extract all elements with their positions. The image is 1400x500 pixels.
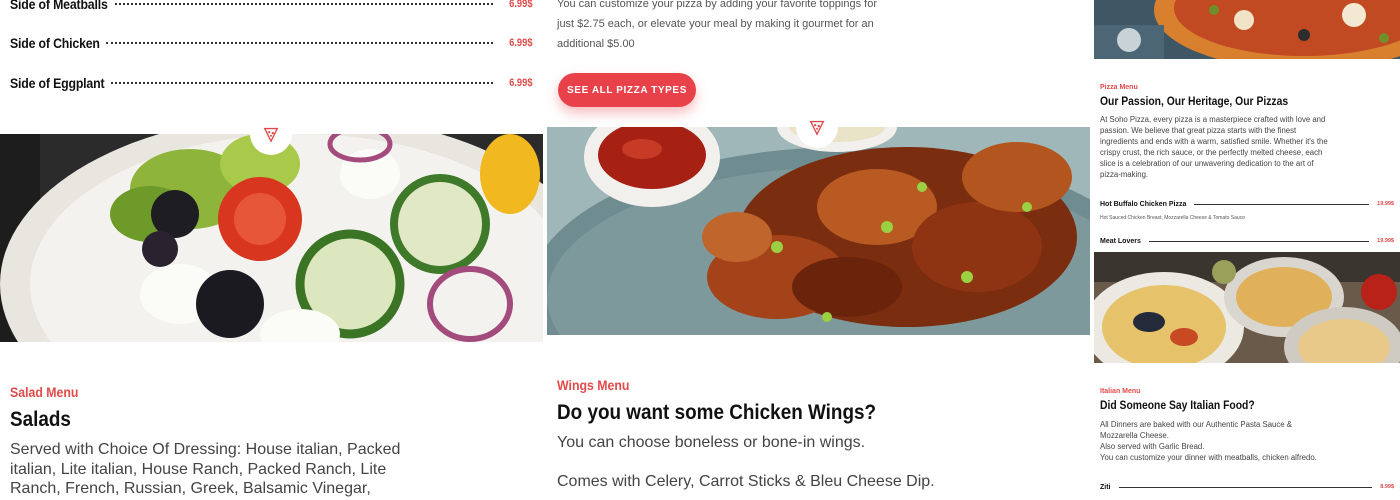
menu-item-name: Side of Eggplant <box>10 75 105 91</box>
menu-item-price: 6.99$ <box>509 37 533 49</box>
pizza-title: Our Passion, Our Heritage, Our Pizzas <box>1100 96 1289 108</box>
pizza-description: At Soho Pizza, every pizza is a masterpi… <box>1100 115 1328 179</box>
italian-food-photo <box>1094 252 1400 363</box>
menu-item-name: Side of Meatballs <box>10 0 108 12</box>
salad-description: Served with Choice Of Dressing: House it… <box>10 441 401 500</box>
pizza-slice-icon <box>796 106 838 148</box>
pizza-slice-icon <box>250 113 292 155</box>
menu-item-price: 6.99$ <box>509 0 533 10</box>
italian-line-1: All Dinners are baked with our Authentic… <box>1100 420 1292 440</box>
dotted-leader <box>106 42 494 44</box>
salad-eyebrow: Salad Menu <box>10 384 79 400</box>
menu-item-price: 19.99$ <box>1377 238 1394 244</box>
leader-line <box>1118 486 1373 488</box>
pizza-toppings-text: You can customize your pizza by adding y… <box>557 0 877 50</box>
menu-item-hot-buffalo-chicken-pizza: Hot Buffalo Chicken Pizza 19.99$ <box>1100 199 1394 209</box>
menu-item-price: 6.99$ <box>509 77 533 89</box>
wings-photo <box>547 127 1090 335</box>
menu-item-name: Hot Buffalo Chicken Pizza <box>1100 200 1187 208</box>
pizza-photo <box>1094 0 1400 59</box>
italian-title: Did Someone Say Italian Food? <box>1100 400 1255 412</box>
salad-photo <box>0 134 543 342</box>
wings-title: Do you want some Chicken Wings? <box>557 401 877 424</box>
menu-item-price: 8.99$ <box>1380 484 1394 490</box>
leader-line <box>1194 203 1370 205</box>
pizza-eyebrow: Pizza Menu <box>1100 84 1138 91</box>
menu-item-chicken: Side of Chicken 6.99$ <box>10 33 533 53</box>
wings-eyebrow: Wings Menu <box>557 377 630 393</box>
dotted-leader <box>111 82 494 84</box>
menu-item-name: Side of Chicken <box>10 35 100 51</box>
menu-item-price: 19.99$ <box>1377 201 1394 207</box>
menu-item-meat-lovers: Meat Lovers 19.99$ <box>1100 236 1394 246</box>
menu-item-ziti: Ziti 8.99$ <box>1100 482 1394 492</box>
menu-item-name: Meat Lovers <box>1100 237 1141 245</box>
italian-eyebrow: Italian Menu <box>1100 388 1141 395</box>
wings-line-1: You can choose boneless or bone-in wings… <box>557 434 866 451</box>
italian-line-3: You can customize your dinner with meatb… <box>1100 453 1317 462</box>
menu-item-description: Hot Sauced Chicken Breast, Mozzarella Ch… <box>1100 215 1245 221</box>
menu-item-eggplant: Side of Eggplant 6.99$ <box>10 73 533 93</box>
salad-title: Salads <box>10 408 71 431</box>
italian-line-2: Also served with Garlic Bread. <box>1100 442 1205 451</box>
dotted-leader <box>114 3 494 5</box>
see-all-pizza-types-button[interactable]: SEE ALL PIZZA TYPES <box>558 73 696 107</box>
leader-line <box>1148 240 1370 242</box>
menu-item-name: Ziti <box>1100 483 1111 491</box>
menu-item-meatballs: Side of Meatballs 6.99$ <box>10 0 533 14</box>
wings-line-2: Comes with Celery, Carrot Sticks & Bleu … <box>557 473 935 490</box>
